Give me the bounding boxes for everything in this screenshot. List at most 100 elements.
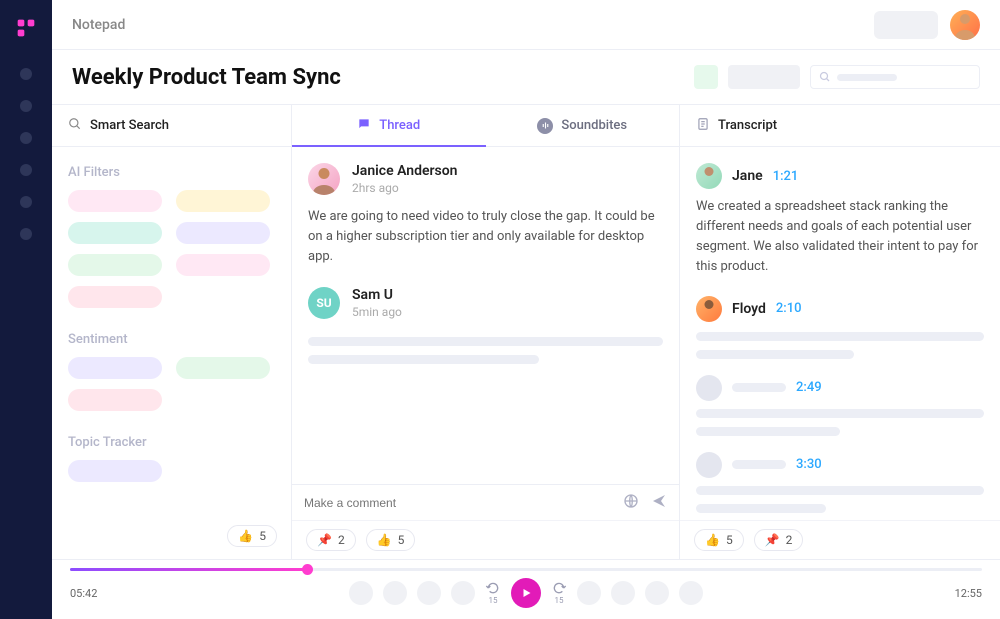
filter-pill[interactable] bbox=[68, 190, 162, 212]
player-placeholder[interactable] bbox=[349, 581, 373, 605]
rail-item[interactable] bbox=[20, 196, 32, 208]
rail-item[interactable] bbox=[20, 132, 32, 144]
rail-item[interactable] bbox=[20, 164, 32, 176]
player-placeholder[interactable] bbox=[577, 581, 601, 605]
thread-body: Janice Anderson 2hrs ago We are going to… bbox=[292, 147, 679, 484]
page-header: Weekly Product Team Sync bbox=[52, 50, 1000, 105]
filter-pill[interactable] bbox=[68, 460, 162, 482]
avatar: SU bbox=[308, 287, 340, 319]
like-count: 5 bbox=[398, 533, 405, 547]
topic-tracker-grid bbox=[68, 460, 275, 482]
header-action-placeholder[interactable] bbox=[728, 65, 800, 89]
send-icon[interactable] bbox=[651, 493, 667, 512]
search-icon bbox=[68, 117, 82, 135]
filter-pill[interactable] bbox=[176, 254, 270, 276]
app-title: Notepad bbox=[72, 17, 125, 33]
rail-item[interactable] bbox=[20, 228, 32, 240]
like-reaction[interactable]: 👍 5 bbox=[227, 525, 277, 547]
speaker-name: Jane bbox=[732, 168, 763, 184]
avatar bbox=[696, 296, 722, 322]
player-placeholder[interactable] bbox=[383, 581, 407, 605]
thread-tabs: Thread Soundbites bbox=[292, 105, 679, 147]
filter-pill[interactable] bbox=[68, 389, 162, 411]
current-time: 05:42 bbox=[70, 587, 97, 600]
filter-pill[interactable] bbox=[176, 357, 270, 379]
filter-pill[interactable] bbox=[176, 190, 270, 212]
transcript-header: Transcript bbox=[680, 105, 1000, 147]
thread-reactions: 📌 2 👍 5 bbox=[292, 520, 679, 559]
avatar bbox=[308, 163, 340, 195]
thumbs-up-icon: 👍 bbox=[238, 529, 253, 543]
sentiment-grid bbox=[68, 357, 275, 411]
search-icon bbox=[819, 68, 831, 87]
rail-item[interactable] bbox=[20, 100, 32, 112]
document-icon bbox=[696, 117, 710, 135]
tab-thread-label: Thread bbox=[379, 118, 420, 133]
player-placeholder[interactable] bbox=[645, 581, 669, 605]
transcript-entry: 2:49 bbox=[696, 375, 984, 436]
forward-button[interactable]: 15 bbox=[551, 581, 567, 605]
transcript-label: Transcript bbox=[718, 118, 777, 133]
like-reaction[interactable]: 👍 5 bbox=[694, 529, 744, 551]
like-reaction[interactable]: 👍 5 bbox=[366, 529, 416, 551]
pin-reaction[interactable]: 📌 2 bbox=[306, 529, 356, 551]
filter-pill[interactable] bbox=[68, 357, 162, 379]
timestamp[interactable]: 1:21 bbox=[773, 169, 799, 184]
app-logo[interactable] bbox=[16, 18, 36, 38]
message-loading bbox=[308, 337, 663, 364]
pin-count: 2 bbox=[338, 533, 345, 547]
player-placeholder[interactable] bbox=[611, 581, 635, 605]
player-placeholder[interactable] bbox=[451, 581, 475, 605]
timestamp[interactable]: 3:30 bbox=[796, 457, 822, 472]
thumbs-up-icon: 👍 bbox=[377, 533, 392, 547]
pin-count: 2 bbox=[786, 533, 793, 547]
topbar: Notepad bbox=[52, 0, 1000, 50]
like-count: 5 bbox=[259, 529, 266, 543]
progress-knob[interactable] bbox=[302, 564, 313, 575]
tab-soundbites[interactable]: Soundbites bbox=[486, 105, 680, 146]
progress-track[interactable] bbox=[70, 568, 982, 571]
message-icon bbox=[357, 117, 371, 135]
avatar bbox=[696, 452, 722, 478]
timestamp[interactable]: 2:10 bbox=[776, 301, 802, 316]
rail-item[interactable] bbox=[20, 68, 32, 80]
play-button[interactable] bbox=[511, 578, 541, 608]
total-time: 12:55 bbox=[955, 587, 982, 600]
header-search[interactable] bbox=[810, 65, 980, 89]
message-body: We are going to need video to truly clos… bbox=[308, 207, 663, 267]
pin-icon: 📌 bbox=[317, 533, 332, 547]
timestamp[interactable]: 2:49 bbox=[796, 380, 822, 395]
topbar-button-placeholder[interactable] bbox=[874, 11, 938, 39]
speaker-name: Floyd bbox=[732, 301, 766, 317]
filter-pill[interactable] bbox=[68, 254, 162, 276]
user-avatar[interactable] bbox=[950, 10, 980, 40]
transcript-column: Transcript Jane 1:21 We created a spread… bbox=[680, 105, 1000, 559]
player-placeholder[interactable] bbox=[679, 581, 703, 605]
transcript-text: We created a spreadsheet stack ranking t… bbox=[696, 197, 984, 278]
player-placeholder[interactable] bbox=[417, 581, 441, 605]
pin-reaction[interactable]: 📌 2 bbox=[754, 529, 804, 551]
ai-filters-grid bbox=[68, 190, 275, 308]
comment-input[interactable] bbox=[304, 496, 613, 510]
message-author: Sam U bbox=[352, 287, 663, 303]
soundbites-icon bbox=[537, 118, 553, 134]
thread-message: SU Sam U 5min ago bbox=[308, 287, 663, 319]
filter-pill[interactable] bbox=[68, 222, 162, 244]
topic-tracker-label: Topic Tracker bbox=[68, 435, 275, 450]
message-author: Janice Anderson bbox=[352, 163, 663, 179]
globe-icon[interactable] bbox=[623, 493, 639, 512]
transcript-entry: Jane 1:21 We created a spreadsheet stack… bbox=[696, 163, 984, 278]
like-count: 5 bbox=[726, 533, 733, 547]
rewind-button[interactable]: 15 bbox=[485, 581, 501, 605]
ai-filters-label: AI Filters bbox=[68, 165, 275, 180]
message-time: 2hrs ago bbox=[352, 181, 663, 195]
tab-soundbites-label: Soundbites bbox=[561, 118, 627, 133]
filter-pill[interactable] bbox=[176, 222, 270, 244]
avatar bbox=[696, 163, 722, 189]
smart-search-column: Smart Search AI Filters Sentiment bbox=[52, 105, 292, 559]
filter-pill[interactable] bbox=[68, 286, 162, 308]
header-action-placeholder[interactable] bbox=[694, 65, 718, 89]
transcript-entry: 3:30 bbox=[696, 452, 984, 513]
avatar bbox=[696, 375, 722, 401]
tab-thread[interactable]: Thread bbox=[292, 105, 486, 146]
